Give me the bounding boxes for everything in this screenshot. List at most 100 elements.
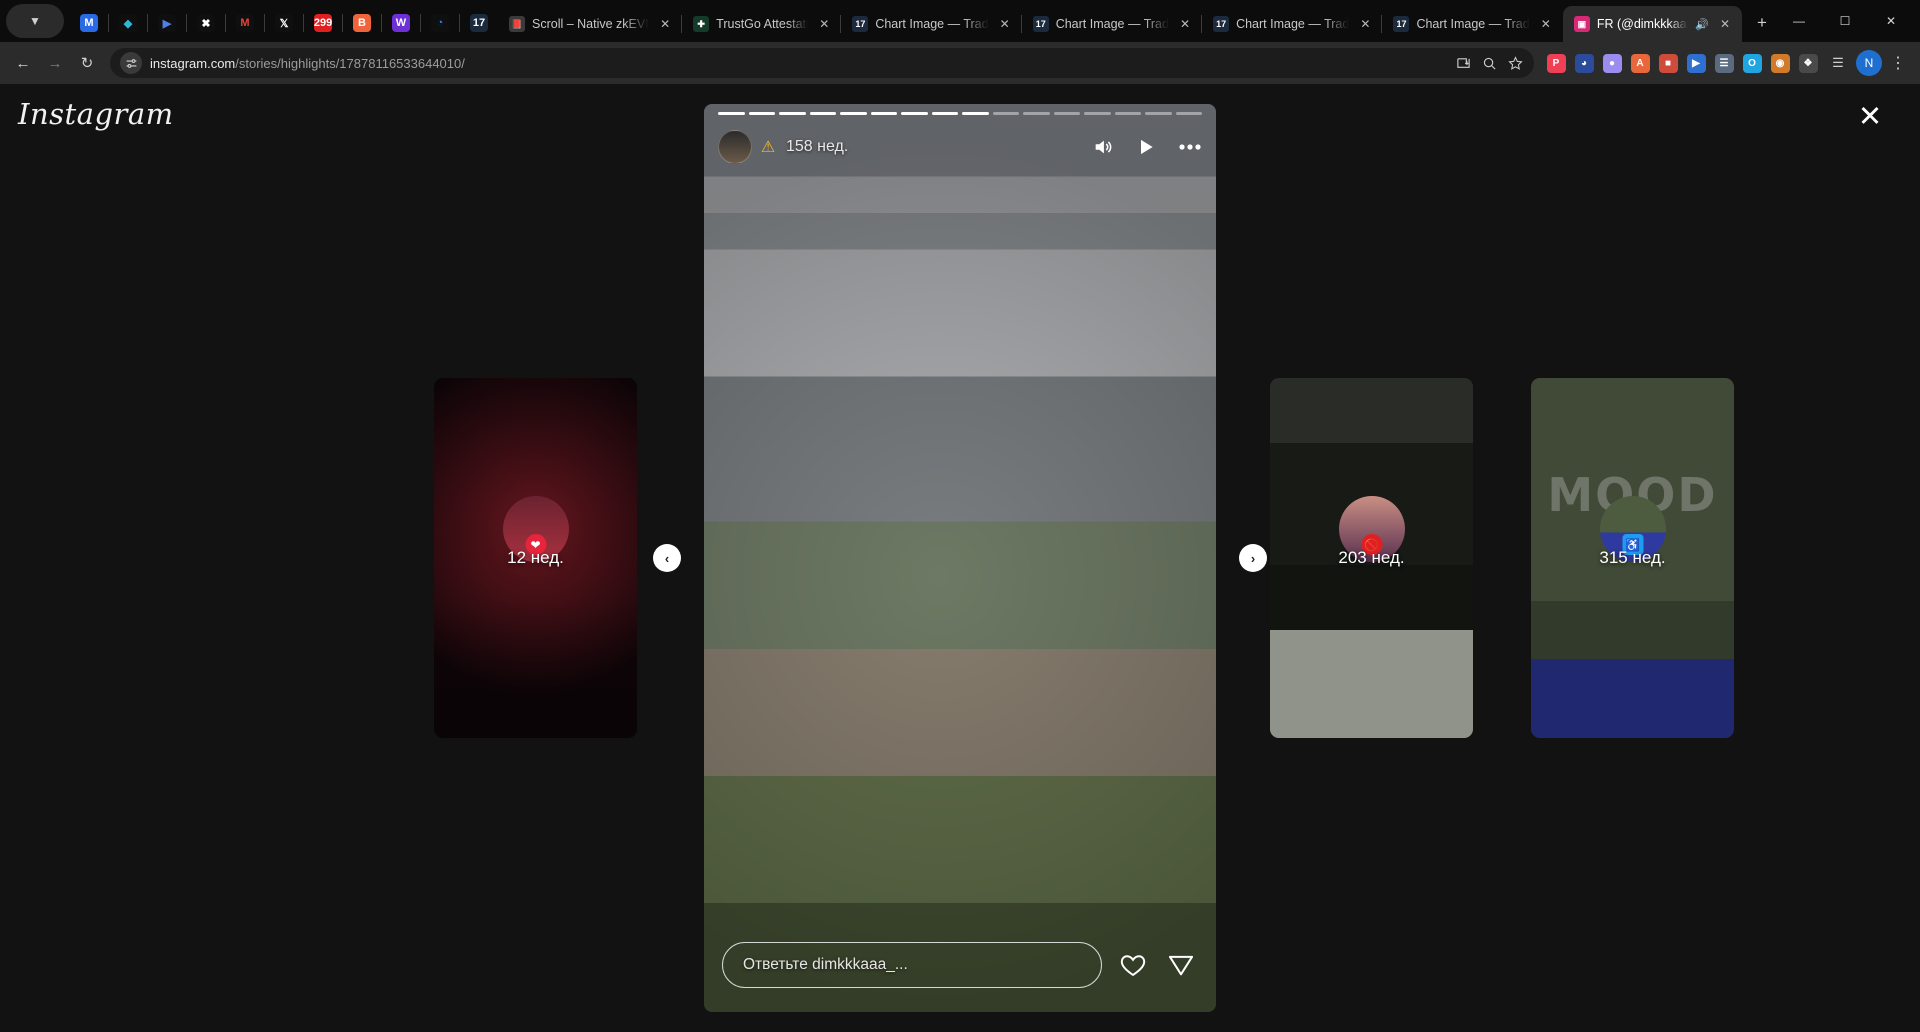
binance-icon[interactable]: B (348, 8, 376, 38)
tab-close-icon[interactable]: ✕ (1176, 15, 1194, 33)
tradingview-icon[interactable]: 17 (465, 8, 493, 38)
side-card-next-2[interactable]: MOOD ♿ 315 нед. (1531, 378, 1734, 738)
twitter-x-icon[interactable]: 𝕏 (270, 8, 298, 38)
progress-segment[interactable] (901, 112, 928, 115)
rabby-icon[interactable]: ◆ (114, 8, 142, 38)
share-icon[interactable] (1164, 948, 1198, 982)
tab-title: Chart Image — Trading (1236, 17, 1350, 31)
tab-close-icon[interactable]: ✕ (815, 15, 833, 33)
wallet-extension-glyph: ◕ (1574, 53, 1594, 73)
notes-extension[interactable]: ☰ (1710, 49, 1738, 77)
side-card-time: 315 нед. (1599, 548, 1666, 567)
calendar-icon-glyph: 299 (314, 14, 332, 32)
close-window-button[interactable]: ✕ (1868, 6, 1914, 36)
opera-extension[interactable]: O (1738, 49, 1766, 77)
back-button[interactable]: ← (8, 48, 38, 78)
arkham-extension[interactable]: A (1626, 49, 1654, 77)
progress-segment[interactable] (718, 112, 745, 115)
instagram-stories-page: Instagram ✕ ❤ 12 нед. ‹ ⚠ 158 нед. Ответ… (0, 84, 1920, 1032)
zoom-icon[interactable] (1476, 50, 1502, 76)
progress-segment[interactable] (992, 112, 1019, 115)
backpack-icon[interactable]: ✖ (192, 8, 220, 38)
pin-separator (381, 14, 382, 32)
maximize-button[interactable]: ☐ (1822, 6, 1868, 36)
browser-menu-icon[interactable]: ⋮ (1884, 49, 1912, 77)
progress-segment[interactable] (779, 112, 806, 115)
puzzle-extension[interactable]: ❖ (1794, 49, 1822, 77)
calendar-icon[interactable]: 299 (309, 8, 337, 38)
wallet-extension[interactable]: ◕ (1570, 49, 1598, 77)
play-icon[interactable] (1136, 137, 1156, 157)
tab-search-button[interactable]: ▼ (6, 4, 64, 38)
tab-item[interactable]: 17 Chart Image — Trading ✕ (1381, 6, 1562, 42)
side-card-previous[interactable]: ❤ 12 нед. (434, 378, 637, 738)
phantom-icon[interactable]: ▶ (153, 8, 181, 38)
progress-segment[interactable] (1023, 112, 1050, 115)
story-controls (1092, 136, 1202, 158)
reload-button[interactable]: ↻ (72, 48, 102, 78)
new-tab-button[interactable]: + (1748, 9, 1776, 37)
tab-item[interactable]: ✚ TrustGo Attestation ✕ (681, 6, 841, 42)
progress-segment[interactable] (962, 112, 989, 115)
tab-item[interactable]: 17 Chart Image — Trading ✕ (1201, 6, 1382, 42)
progress-segment[interactable] (1053, 112, 1080, 115)
tab-close-icon[interactable]: ✕ (1716, 15, 1734, 33)
progress-segment[interactable] (748, 112, 775, 115)
progress-segment[interactable] (1145, 112, 1172, 115)
next-story-button[interactable]: › (1239, 544, 1267, 572)
extensions-strip: P ◕ ● A ■ ▶ ☰ O ◉ ❖ (1542, 49, 1822, 77)
reply-input[interactable]: Ответьте dimkkkaaa_... (722, 942, 1102, 988)
pocket-extension[interactable]: P (1542, 49, 1570, 77)
progress-segment[interactable] (1175, 112, 1202, 115)
progress-segment[interactable] (931, 112, 958, 115)
chevron-down-icon: ▼ (29, 14, 41, 28)
address-bar[interactable]: instagram.com/stories/highlights/1787811… (110, 48, 1534, 78)
profile-avatar[interactable]: N (1856, 50, 1882, 76)
side-card-next-1[interactable]: 🚫 203 нед. (1270, 378, 1473, 738)
active-story[interactable]: ⚠ 158 нед. Ответьте dimkkkaaa_... (704, 104, 1216, 1012)
address-bar-url: instagram.com/stories/highlights/1787811… (150, 56, 1450, 71)
progress-segment[interactable] (870, 112, 897, 115)
tab-close-icon[interactable]: ✕ (996, 15, 1014, 33)
progress-segment[interactable] (809, 112, 836, 115)
tab-title: Chart Image — Trading (1055, 17, 1169, 31)
minimize-button[interactable]: — (1776, 6, 1822, 36)
progress-segment[interactable] (840, 112, 867, 115)
progress-segment[interactable] (1084, 112, 1111, 115)
story-author-avatar[interactable] (718, 130, 752, 164)
progress-segment[interactable] (1114, 112, 1141, 115)
gmail-icon[interactable]: M (231, 8, 259, 38)
tab-favicon-icon: 📕 (509, 16, 525, 32)
video-extension[interactable]: ▶ (1682, 49, 1710, 77)
metamask-icon[interactable]: M (75, 8, 103, 38)
previous-story-button[interactable]: ‹ (653, 544, 681, 572)
ghost-extension[interactable]: ● (1598, 49, 1626, 77)
story-progress-bar[interactable] (718, 112, 1202, 115)
lock-extension[interactable]: ■ (1654, 49, 1682, 77)
tab-item[interactable]: 📕 Scroll – Native zkEVM L ✕ (498, 6, 682, 42)
volume-icon[interactable] (1092, 136, 1114, 158)
notes-extension-glyph: ☰ (1714, 53, 1734, 73)
pinned-extensions-strip: M ◆ ▶ ✖ M 𝕏 299 B W ◔ 17 (70, 8, 498, 38)
opera-icon-glyph: ◔ (431, 14, 449, 32)
bookmark-star-icon[interactable] (1502, 50, 1528, 76)
monkey-extension[interactable]: ◉ (1766, 49, 1794, 77)
tab-active[interactable]: ▣ FR (@dimkkkaaa_) 🔊 ✕ (1562, 6, 1742, 42)
tab-audio-icon[interactable]: 🔊 (1695, 18, 1709, 31)
site-settings-icon[interactable] (120, 52, 142, 74)
forward-button[interactable]: → (40, 48, 70, 78)
wallet-w-icon[interactable]: W (387, 8, 415, 38)
pin-separator (225, 14, 226, 32)
reading-list-icon[interactable]: ☰ (1824, 49, 1852, 77)
like-icon[interactable] (1116, 948, 1150, 982)
tab-close-icon[interactable]: ✕ (656, 15, 674, 33)
opera-icon[interactable]: ◔ (426, 8, 454, 38)
tab-item[interactable]: 17 Chart Image — Trading ✕ (840, 6, 1021, 42)
tab-item[interactable]: 17 Chart Image — Trading ✕ (1020, 6, 1202, 42)
tab-close-icon[interactable]: ✕ (1356, 15, 1374, 33)
tab-close-icon[interactable]: ✕ (1537, 15, 1555, 33)
install-app-icon[interactable] (1450, 50, 1476, 76)
video-extension-glyph: ▶ (1686, 53, 1706, 73)
pin-separator (186, 14, 187, 32)
more-options-icon[interactable] (1178, 143, 1202, 151)
